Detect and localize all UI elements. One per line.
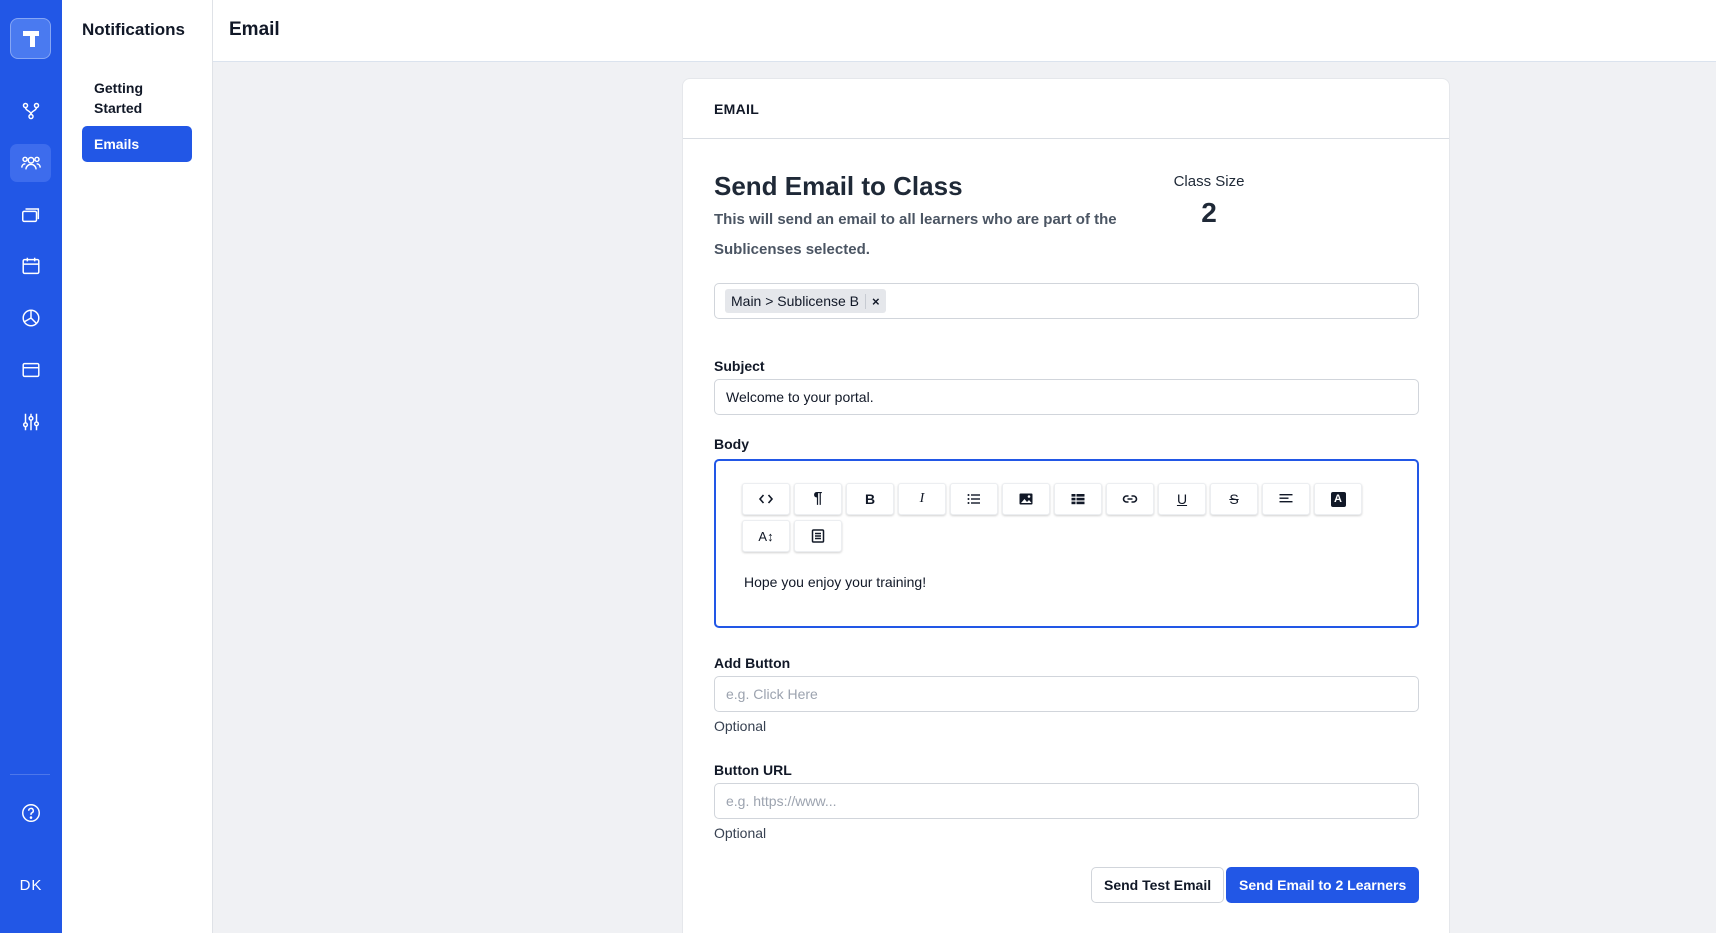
top-header: Email <box>213 0 1716 62</box>
underline-icon: U <box>1176 491 1188 507</box>
paragraph-button[interactable]: ¶ <box>794 483 842 515</box>
class-size-label: Class Size <box>1173 173 1245 190</box>
list-button[interactable] <box>950 483 998 515</box>
text-color-icon: A <box>1330 491 1346 507</box>
user-avatar[interactable]: DK <box>0 877 62 894</box>
icon-rail: DK <box>0 0 62 933</box>
sublicense-tag-label: Main > Sublicense B <box>731 293 860 309</box>
send-email-button[interactable]: Send Email to 2 Learners <box>1226 867 1420 903</box>
sublicense-tag: Main > Sublicense B × <box>725 289 886 313</box>
link-icon <box>1122 495 1138 503</box>
table-icon <box>1071 494 1085 505</box>
sidebar-item-getting-started[interactable]: Getting Started <box>82 70 192 126</box>
document-icon <box>811 529 825 543</box>
sidebar-title: Notifications <box>82 20 185 39</box>
logo-icon[interactable] <box>10 18 51 59</box>
underline-button[interactable]: U <box>1158 483 1206 515</box>
page-title: Email <box>229 19 280 40</box>
add-button-label: Add Button <box>714 655 791 671</box>
subject-input[interactable] <box>714 379 1419 415</box>
code-view-button[interactable] <box>742 483 790 515</box>
remove-tag-button[interactable]: × <box>865 293 886 309</box>
paragraph-icon: ¶ <box>813 490 823 507</box>
users-icon[interactable] <box>10 144 51 182</box>
rail-divider <box>10 774 50 775</box>
align-left-icon <box>1279 494 1293 503</box>
image-button[interactable] <box>1002 483 1050 515</box>
class-size-value: 2 <box>1201 197 1217 228</box>
bold-icon: B <box>864 491 876 507</box>
workflow-icon[interactable] <box>10 92 51 130</box>
card-header: EMAIL <box>683 79 1449 139</box>
italic-button[interactable]: I <box>898 483 946 515</box>
body-editor[interactable]: ¶ B I U S A A↕ Hope you enjoy your train… <box>714 459 1419 628</box>
template-button[interactable] <box>794 520 842 552</box>
link-button[interactable] <box>1106 483 1154 515</box>
calendar-icon[interactable] <box>10 247 51 285</box>
help-icon[interactable] <box>10 794 51 832</box>
strikethrough-button[interactable]: S <box>1210 483 1258 515</box>
button-url-label: Button URL <box>714 762 792 778</box>
form-heading: Send Email to Class <box>714 171 963 201</box>
chart-icon[interactable] <box>10 299 51 337</box>
browser-icon[interactable] <box>10 351 51 389</box>
form-description: This will send an email to all learners … <box>714 211 1117 258</box>
image-icon <box>1019 493 1033 505</box>
sliders-icon[interactable] <box>10 403 51 441</box>
button-url-hint: Optional <box>714 825 767 841</box>
text-color-button[interactable]: A <box>1314 483 1362 515</box>
subject-label: Subject <box>714 358 765 374</box>
button-url-input[interactable] <box>714 783 1419 819</box>
strikethrough-icon: S <box>1229 491 1239 507</box>
font-size-button[interactable]: A↕ <box>742 520 790 552</box>
bold-button[interactable]: B <box>846 483 894 515</box>
add-button-input[interactable] <box>714 676 1419 712</box>
sidebar-item-emails[interactable]: Emails <box>82 126 192 162</box>
table-button[interactable] <box>1054 483 1102 515</box>
editor-content[interactable]: Hope you enjoy your training! <box>744 574 926 590</box>
send-test-email-button[interactable]: Send Test Email <box>1091 867 1225 903</box>
body-label: Body <box>714 436 749 452</box>
sublicense-select[interactable]: Main > Sublicense B × <box>714 283 1419 319</box>
email-card: EMAIL Send Email to Class This will send… <box>682 78 1450 933</box>
add-button-hint: Optional <box>714 718 767 734</box>
font-size-icon: A↕ <box>758 528 774 544</box>
stack-icon[interactable] <box>10 196 51 234</box>
align-button[interactable] <box>1262 483 1310 515</box>
italic-icon: I <box>919 491 925 506</box>
notifications-sidebar: Notifications Getting Started Emails <box>62 0 213 933</box>
list-icon <box>967 494 980 504</box>
